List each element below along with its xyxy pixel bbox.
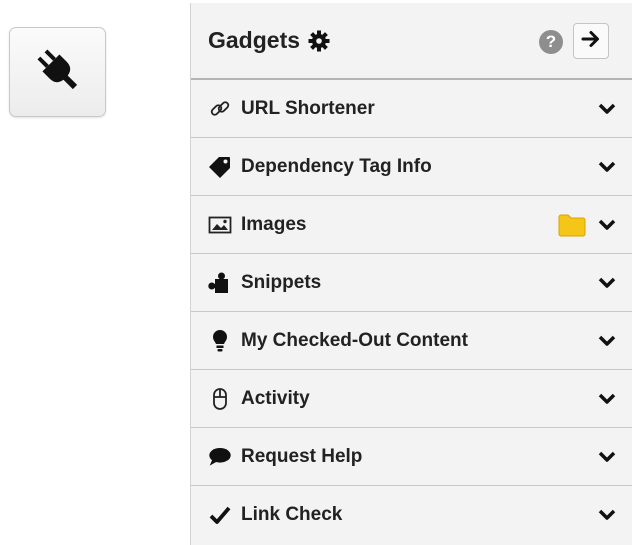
gadget-list: URL Shortener Dependency Tag Info Images… [191, 80, 632, 544]
gear-icon[interactable] [307, 29, 331, 53]
tag-icon [208, 155, 232, 179]
puzzle-icon [208, 271, 232, 295]
chevron-down-icon[interactable] [598, 102, 616, 116]
arrow-right-icon [581, 29, 601, 54]
chevron-down-icon[interactable] [598, 392, 616, 406]
gadget-label: Activity [241, 387, 310, 409]
chevron-down-icon[interactable] [598, 508, 616, 522]
checkmark-icon [208, 503, 232, 527]
speech-bubble-icon [208, 445, 232, 469]
chevron-down-icon[interactable] [598, 450, 616, 464]
gadget-url-shortener[interactable]: URL Shortener [191, 80, 632, 138]
gadget-my-checked-out-content[interactable]: My Checked-Out Content [191, 312, 632, 370]
panel-header: Gadgets ? [191, 3, 632, 80]
gadget-images[interactable]: Images [191, 196, 632, 254]
lightbulb-icon [208, 329, 232, 353]
plugin-button[interactable] [9, 27, 106, 117]
gadget-label: Link Check [241, 504, 343, 525]
chevron-down-icon[interactable] [598, 160, 616, 174]
gadget-label: URL Shortener [241, 97, 375, 119]
plug-icon [32, 44, 84, 101]
gadget-snippets[interactable]: Snippets [191, 254, 632, 312]
gadget-label: My Checked-Out Content [241, 329, 468, 351]
gadget-request-help[interactable]: Request Help [191, 428, 632, 486]
help-icon[interactable]: ? [539, 30, 563, 54]
image-icon [208, 213, 232, 237]
link-icon [208, 97, 232, 121]
gadget-label: Dependency Tag Info [241, 155, 432, 177]
gadget-label: Request Help [241, 445, 363, 467]
mouse-icon [208, 387, 232, 411]
collapse-panel-button[interactable] [573, 23, 609, 59]
panel-title: Gadgets [208, 27, 301, 53]
gadgets-panel: Gadgets ? URL Shortener Dependency Tag I… [190, 3, 632, 545]
folder-icon[interactable] [557, 212, 587, 238]
chevron-down-icon[interactable] [598, 276, 616, 290]
gadget-label: Images [241, 213, 307, 235]
gadget-activity[interactable]: Activity [191, 370, 632, 428]
gadget-dependency-tag-info[interactable]: Dependency Tag Info [191, 138, 632, 196]
gadget-label: Snippets [241, 271, 322, 293]
gadget-link-check[interactable]: Link Check [191, 486, 632, 544]
chevron-down-icon[interactable] [598, 334, 616, 348]
chevron-down-icon[interactable] [598, 218, 616, 232]
